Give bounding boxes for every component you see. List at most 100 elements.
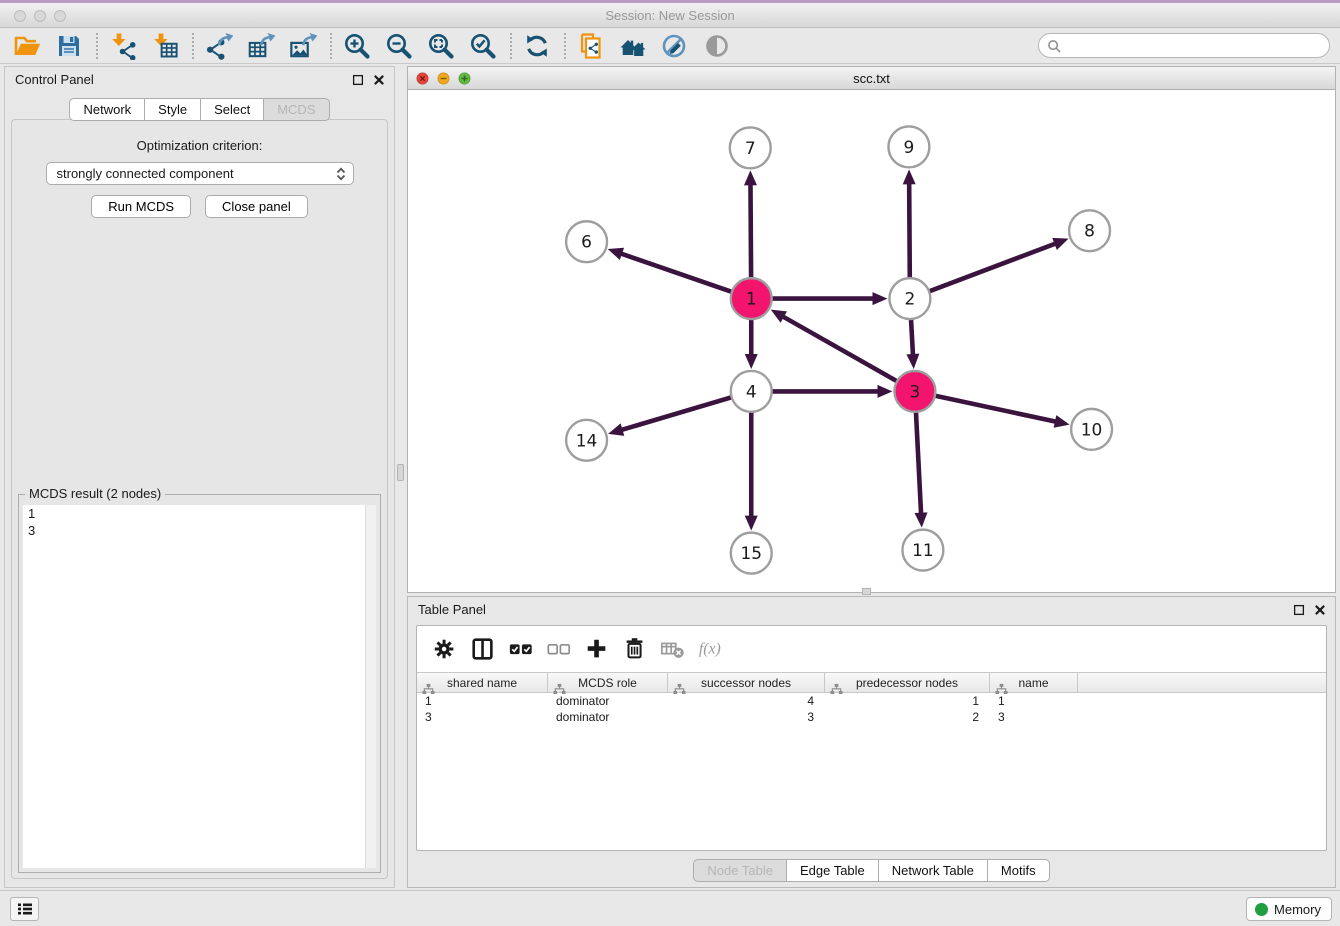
table-cell[interactable]: 1	[825, 693, 990, 709]
mcds-result-node-id: 1	[23, 505, 376, 522]
graph-node-label: 3	[910, 381, 921, 401]
column-header-predecessor-nodes[interactable]: predecessor nodes	[825, 673, 990, 692]
table-cell[interactable]: 3	[417, 709, 548, 725]
table-body: 1dominator4113dominator323	[417, 693, 1326, 725]
network-canvas[interactable]: 1 2 3 4 6 7 8 9 10 11 14 15	[408, 91, 1335, 592]
graph-edge-3-1[interactable]	[782, 316, 915, 391]
table-settings-gear-icon[interactable]	[431, 636, 458, 663]
graph-edge-arrowhead	[872, 292, 887, 305]
tab-network-table[interactable]: Network Table	[878, 859, 988, 882]
graph-node-1[interactable]: 1	[731, 278, 772, 319]
close-window-icon[interactable]	[14, 10, 26, 22]
close-panel-icon[interactable]	[372, 73, 386, 87]
graph-node-15[interactable]: 15	[731, 533, 772, 574]
graphics-details-icon[interactable]	[660, 31, 690, 61]
float-panel-icon[interactable]	[351, 73, 365, 87]
graph-node-label: 15	[740, 543, 762, 563]
zoom-selected-icon[interactable]	[468, 31, 498, 61]
delete-table-icon[interactable]	[659, 636, 686, 663]
graph-node-10[interactable]: 10	[1071, 409, 1112, 450]
search-icon	[1047, 39, 1062, 54]
network-canvas-svg[interactable]: 1 2 3 4 6 7 8 9 10 11 14 15	[408, 91, 1335, 592]
zoom-in-icon[interactable]	[342, 31, 372, 61]
import-network-icon[interactable]	[108, 31, 138, 61]
clone-network-icon[interactable]	[576, 31, 606, 61]
delete-columns-icon[interactable]	[621, 636, 648, 663]
toolbar-separator	[564, 33, 566, 59]
column-header-MCDS-role[interactable]: MCDS role	[548, 673, 668, 692]
table-cell[interactable]: dominator	[548, 693, 668, 709]
network-maximize-icon[interactable]	[458, 72, 471, 85]
run-mcds-button[interactable]: Run MCDS	[91, 195, 191, 218]
table-cell[interactable]: 1	[417, 693, 548, 709]
toolbar-separator	[510, 33, 512, 59]
export-network-icon[interactable]	[204, 31, 234, 61]
deselect-all-rows-icon[interactable]	[545, 636, 572, 663]
close-panel-button[interactable]: Close panel	[205, 195, 308, 218]
open-session-icon[interactable]	[12, 31, 42, 61]
graph-edge-2-8[interactable]	[910, 243, 1056, 298]
save-session-icon[interactable]	[54, 31, 84, 61]
refresh-layout-icon[interactable]	[522, 31, 552, 61]
graph-edge-3-10[interactable]	[915, 391, 1057, 421]
graph-node-3[interactable]: 3	[894, 371, 935, 412]
optimization-criterion-dropdown[interactable]: strongly connected component	[46, 162, 354, 185]
graph-node-2[interactable]: 2	[889, 278, 930, 319]
tab-motifs[interactable]: Motifs	[987, 859, 1050, 882]
select-all-rows-icon[interactable]	[507, 636, 534, 663]
horizontal-splitter-handle[interactable]	[862, 588, 871, 595]
float-table-panel-icon[interactable]	[1292, 603, 1306, 617]
export-table-icon[interactable]	[246, 31, 276, 61]
network-minimize-icon[interactable]	[437, 72, 450, 85]
minimize-window-icon[interactable]	[34, 10, 46, 22]
zoom-window-icon[interactable]	[54, 10, 66, 22]
contrast-eye-icon[interactable]	[702, 31, 732, 61]
search-input[interactable]	[1067, 35, 1321, 56]
tab-network[interactable]: Network	[69, 98, 145, 121]
table-cell[interactable]: dominator	[548, 709, 668, 725]
tab-mcds[interactable]: MCDS	[263, 98, 329, 121]
graph-node-4[interactable]: 4	[731, 371, 772, 412]
vertical-splitter-handle[interactable]	[397, 464, 404, 481]
optimization-criterion-label: Optimization criterion:	[12, 138, 387, 153]
graph-node-11[interactable]: 11	[902, 530, 943, 571]
add-column-icon[interactable]	[583, 636, 610, 663]
close-table-panel-icon[interactable]	[1313, 603, 1327, 617]
search-box[interactable]	[1038, 33, 1330, 58]
network-window-titlebar[interactable]: scc.txt	[408, 67, 1335, 90]
application-window: Session: New Session Control Panel	[0, 0, 1340, 926]
toggle-column-visibility-icon[interactable]	[469, 636, 496, 663]
table-cell[interactable]: 3	[668, 709, 825, 725]
table-cell[interactable]: 4	[668, 693, 825, 709]
table-cell[interactable]: 3	[990, 709, 1078, 725]
graph-node-label: 4	[746, 381, 757, 401]
home-icon[interactable]	[618, 31, 648, 61]
network-close-icon[interactable]	[416, 72, 429, 85]
import-table-icon[interactable]	[150, 31, 180, 61]
tab-node-table[interactable]: Node Table	[693, 859, 787, 882]
graph-node-9[interactable]: 9	[888, 126, 929, 167]
result-scrollbar[interactable]	[365, 505, 376, 868]
graph-node-7[interactable]: 7	[730, 127, 771, 168]
network-view-window: scc.txt 1 2 3 4 6 7 8 9 10 11 14 15	[407, 66, 1336, 593]
column-header-shared-name[interactable]: shared name	[417, 673, 548, 692]
table-cell[interactable]: 2	[825, 709, 990, 725]
mcds-result-textarea[interactable]: 13	[23, 505, 376, 868]
graph-node-8[interactable]: 8	[1069, 210, 1110, 251]
memory-status-icon	[1255, 903, 1268, 916]
graph-node-14[interactable]: 14	[566, 420, 607, 461]
graph-node-6[interactable]: 6	[566, 221, 607, 262]
column-header-successor-nodes[interactable]: successor nodes	[668, 673, 825, 692]
column-header-name[interactable]: name	[990, 673, 1078, 692]
zoom-fit-icon[interactable]	[426, 31, 456, 61]
export-image-icon[interactable]	[288, 31, 318, 61]
tab-edge-table[interactable]: Edge Table	[786, 859, 879, 882]
zoom-out-icon[interactable]	[384, 31, 414, 61]
table-row[interactable]: 3dominator323	[417, 709, 1326, 725]
tab-style[interactable]: Style	[144, 98, 201, 121]
tab-select[interactable]: Select	[200, 98, 264, 121]
task-history-button[interactable]	[10, 897, 39, 921]
memory-button[interactable]: Memory	[1246, 897, 1332, 921]
table-bottom-tabs: Node TableEdge TableNetwork TableMotifs	[408, 859, 1335, 882]
function-builder-icon[interactable]: f(x)	[697, 636, 724, 663]
